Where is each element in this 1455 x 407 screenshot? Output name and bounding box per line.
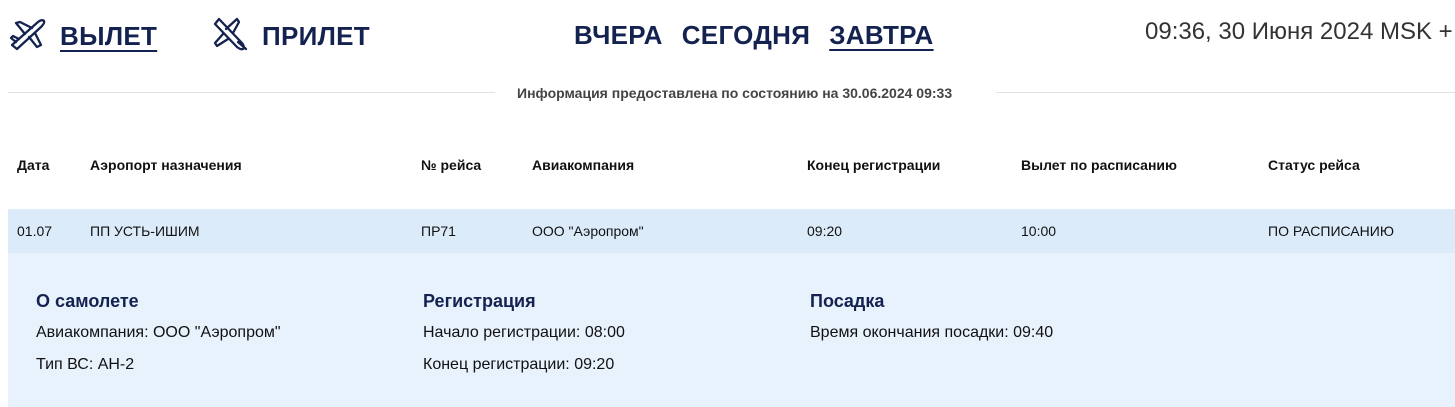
plane-takeoff-icon	[8, 14, 48, 59]
day-today[interactable]: СЕГОДНЯ	[682, 20, 810, 51]
header-flight-number: № рейса	[421, 157, 482, 173]
aircraft-type: Тип ВС: АН-2	[36, 356, 135, 373]
day-yesterday[interactable]: ВЧЕРА	[574, 20, 663, 51]
aircraft-airline: Авиакомпания: ООО "Аэропром"	[36, 324, 281, 341]
cell-date: 01.07	[17, 223, 53, 239]
day-tomorrow[interactable]: ЗАВТРА	[829, 20, 933, 51]
aircraft-title: О самолете	[36, 291, 139, 311]
cell-checkin-end: 09:20	[807, 223, 843, 239]
flight-details-panel: О самолете Авиакомпания: ООО "Аэропром" …	[8, 253, 1455, 407]
table-row[interactable]: 01.07 ПП УСТЬ-ИШИМ ПР71 ООО "Аэропром" 0…	[8, 209, 1455, 253]
registration-title: Регистрация	[423, 291, 536, 311]
info-timestamp: Информация предоставлена по состоянию на…	[517, 85, 953, 101]
header-date: Дата	[17, 157, 50, 173]
plane-landing-icon	[210, 14, 250, 59]
registration-end: Конец регистрации: 09:20	[423, 356, 615, 373]
arrivals-label: ПРИЛЕТ	[262, 21, 370, 51]
header-destination: Аэропорт назначения	[90, 157, 242, 173]
arrivals-tab[interactable]: ПРИЛЕТ	[210, 14, 370, 59]
registration-start: Начало регистрации: 08:00	[423, 324, 625, 341]
divider-left	[8, 92, 495, 93]
header-scheduled-departure: Вылет по расписанию	[1021, 157, 1177, 173]
cell-flight-number: ПР71	[421, 223, 456, 239]
divider-right	[996, 92, 1455, 93]
header-checkin-end: Конец регистрации	[807, 157, 941, 173]
info-banner: Информация предоставлена по состоянию на…	[8, 85, 1455, 101]
header-status: Статус рейса	[1268, 157, 1360, 173]
cell-status: ПО РАСПИСАНИЮ	[1268, 223, 1394, 239]
header-airline: Авиакомпания	[532, 157, 635, 173]
current-time: 09:36, 30 Июня 2024 MSK +	[1145, 18, 1453, 45]
boarding-end: Время окончания посадки: 09:40	[810, 324, 1054, 341]
cell-scheduled-departure: 10:00	[1021, 223, 1057, 239]
day-selector: ВЧЕРА СЕГОДНЯ ЗАВТРА	[574, 20, 934, 51]
cell-airline: ООО "Аэропром"	[532, 223, 644, 239]
boarding-title: Посадка	[810, 291, 885, 311]
cell-destination: ПП УСТЬ-ИШИМ	[90, 223, 200, 239]
departures-label: ВЫЛЕТ	[60, 21, 158, 51]
departures-tab[interactable]: ВЫЛЕТ	[8, 14, 157, 59]
